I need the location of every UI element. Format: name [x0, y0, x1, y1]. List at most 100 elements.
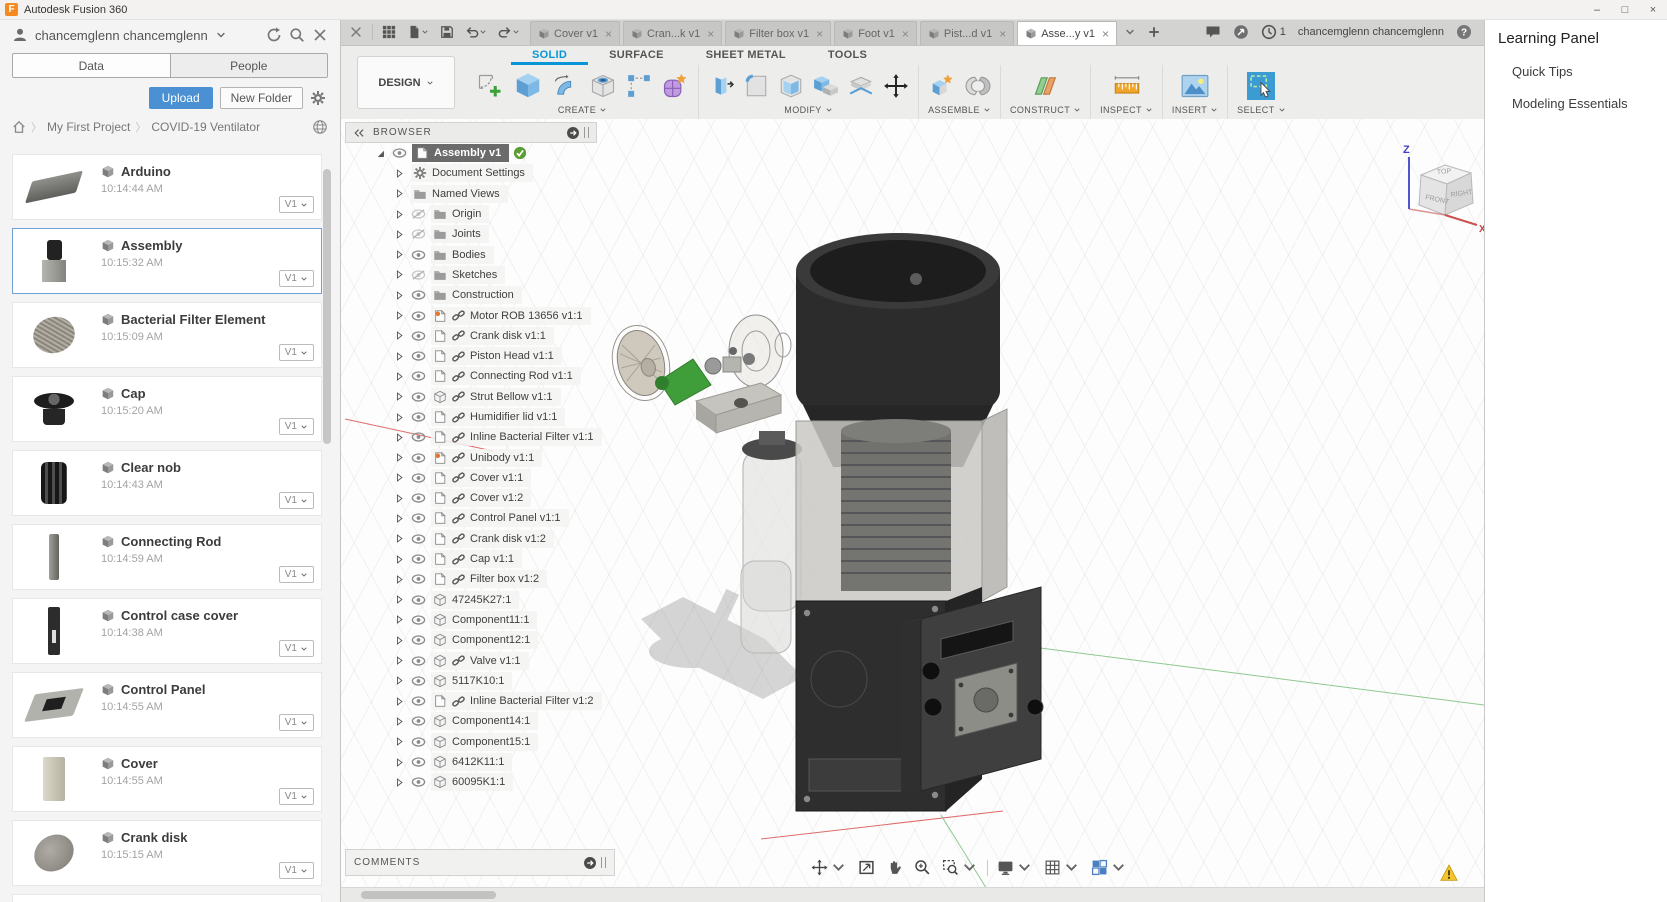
create-form-button[interactable]: [661, 72, 689, 100]
upload-button[interactable]: Upload: [149, 87, 213, 109]
revolve-button[interactable]: [552, 72, 580, 100]
new-tab-button[interactable]: [1143, 19, 1165, 45]
display-settings-button[interactable]: [995, 857, 1035, 878]
tab-people[interactable]: People: [170, 54, 328, 77]
create-box-button[interactable]: [513, 71, 543, 101]
browser-tree-row[interactable]: Origin: [394, 204, 602, 224]
browser-tree-row[interactable]: Component11:1: [394, 610, 602, 630]
panel-resize-grip[interactable]: [601, 857, 606, 868]
measure-button[interactable]: [1113, 72, 1141, 100]
browser-tree-row[interactable]: Named Views: [394, 184, 602, 204]
browser-tree-row[interactable]: Component14:1: [394, 711, 602, 731]
version-dropdown[interactable]: V1: [279, 418, 314, 435]
hole-button[interactable]: [589, 72, 617, 100]
version-dropdown[interactable]: V1: [279, 640, 314, 657]
scrollbar-thumb[interactable]: [361, 891, 496, 899]
orbit-button[interactable]: [809, 857, 849, 878]
document-tab[interactable]: Filter box v1 ×: [725, 21, 831, 45]
file-card[interactable]: Fastener Assy (Unibody) V1: [12, 894, 322, 902]
file-card[interactable]: Crank disk 10:15:15 AM V1: [12, 820, 322, 886]
browser-tree-row[interactable]: Sketches: [394, 265, 602, 285]
close-tab-icon[interactable]: ×: [605, 28, 612, 40]
refresh-icon[interactable]: [266, 27, 282, 43]
file-card[interactable]: Clear nob 10:14:43 AM V1: [12, 450, 322, 516]
file-card[interactable]: Bacterial Filter Element 10:15:09 AM V1: [12, 302, 322, 368]
browser-tree-row[interactable]: Construction: [394, 285, 602, 305]
browser-tree-row[interactable]: Crank disk v1:1: [394, 326, 602, 346]
new-folder-button[interactable]: New Folder: [220, 87, 303, 109]
browser-tree-row[interactable]: Inline Bacterial Filter v1:1: [394, 427, 602, 447]
warning-icon[interactable]: [1440, 864, 1458, 882]
split-body-button[interactable]: [848, 73, 874, 99]
document-tab[interactable]: Cran...k v1 ×: [623, 21, 722, 45]
select-group-label[interactable]: SELECT: [1237, 105, 1285, 119]
file-card[interactable]: Control case cover 10:14:38 AM V1: [12, 598, 322, 664]
manifold-block[interactable]: [696, 383, 781, 433]
maximize-button[interactable]: □: [1611, 0, 1639, 19]
breadcrumb-project[interactable]: My First Project: [47, 120, 130, 134]
job-status-icon[interactable]: [1233, 24, 1249, 40]
close-tab-icon[interactable]: ×: [902, 28, 909, 40]
breadcrumb-folder[interactable]: COVID-19 Ventilator: [151, 120, 260, 134]
browser-tree-row[interactable]: Connecting Rod v1:1: [394, 366, 602, 386]
browser-tree-row[interactable]: Control Panel v1:1: [394, 508, 602, 528]
browser-tree-row[interactable]: Valve v1:1: [394, 650, 602, 670]
browser-tree-row[interactable]: 47245K27:1: [394, 590, 602, 610]
browser-tree-row[interactable]: Inline Bacterial Filter v1:2: [394, 691, 602, 711]
file-card[interactable]: Control Panel 10:14:55 AM V1: [12, 672, 322, 738]
create-group-label[interactable]: CREATE: [558, 105, 607, 119]
panel-menu-icon[interactable]: [566, 126, 580, 140]
new-component-button[interactable]: [928, 72, 956, 100]
insert-image-button[interactable]: [1181, 72, 1209, 100]
version-dropdown[interactable]: V1: [279, 862, 314, 879]
hide-data-panel-button[interactable]: [345, 19, 367, 45]
patt​ern-button[interactable]: [626, 73, 652, 99]
browser-tree-row[interactable]: 5117K10:1: [394, 671, 602, 691]
select-button[interactable]: [1247, 72, 1275, 100]
tab-sheet-metal[interactable]: SHEET METAL: [685, 46, 807, 65]
browser-tree-row[interactable]: Cover v1:1: [394, 468, 602, 488]
browser-tree-row[interactable]: Crank disk v1:2: [394, 529, 602, 549]
version-dropdown[interactable]: V1: [279, 344, 314, 361]
pan-button[interactable]: [884, 857, 905, 878]
learning-item-modeling-essentials[interactable]: Modeling Essentials: [1485, 79, 1667, 111]
bacterial-filter-left[interactable]: [605, 319, 678, 406]
data-panel-scrollbar[interactable]: [323, 169, 331, 444]
comments-bar[interactable]: COMMENTS: [345, 849, 615, 876]
construct-plane-button[interactable]: [1032, 72, 1060, 100]
browser-header[interactable]: BROWSER: [345, 122, 597, 143]
version-dropdown[interactable]: V1: [279, 196, 314, 213]
version-dropdown[interactable]: V1: [279, 492, 314, 509]
panel-menu-icon[interactable]: [583, 856, 597, 870]
browser-tree-row[interactable]: Joints: [394, 224, 602, 244]
look-at-button[interactable]: [856, 857, 877, 878]
mid-housing[interactable]: [796, 409, 1007, 601]
fillet-button[interactable]: [743, 73, 769, 99]
browser-tree-row[interactable]: Motor ROB 13656 v1:1: [394, 305, 602, 325]
browser-tree-row[interactable]: Humidifier lid v1:1: [394, 407, 602, 427]
document-tab[interactable]: Cover v1 ×: [530, 21, 620, 45]
press-pull-button[interactable]: [708, 73, 734, 99]
share-globe-icon[interactable]: [312, 119, 328, 135]
browser-tree-row[interactable]: 60095K1:1: [394, 772, 602, 792]
tab-list-chevron-icon[interactable]: [1120, 19, 1140, 45]
file-card[interactable]: Connecting Rod 10:14:59 AM V1: [12, 524, 322, 590]
browser-tree-row[interactable]: Assembly v1: [375, 143, 602, 163]
browser-tree-row[interactable]: Cover v1:2: [394, 488, 602, 508]
browser-tree-row[interactable]: Cap v1:1: [394, 549, 602, 569]
close-tab-icon[interactable]: ×: [707, 28, 714, 40]
browser-tree-row[interactable]: Component12:1: [394, 630, 602, 650]
shell-button[interactable]: [778, 73, 804, 99]
browser-tree-row[interactable]: 6412K11:1: [394, 752, 602, 772]
inspect-group-label[interactable]: INSPECT: [1100, 105, 1153, 119]
minimize-button[interactable]: –: [1583, 0, 1611, 19]
close-tab-icon[interactable]: ×: [999, 28, 1006, 40]
redo-button[interactable]: [494, 19, 524, 45]
file-card[interactable]: Cap 10:15:20 AM V1: [12, 376, 322, 442]
file-card[interactable]: Assembly 10:15:32 AM V1: [12, 228, 322, 294]
browser-tree-row[interactable]: Piston Head v1:1: [394, 346, 602, 366]
browser-tree-row[interactable]: Strut Bellow v1:1: [394, 387, 602, 407]
version-dropdown[interactable]: V1: [279, 714, 314, 731]
zoom-button[interactable]: [912, 857, 933, 878]
close-panel-icon[interactable]: [312, 27, 328, 43]
